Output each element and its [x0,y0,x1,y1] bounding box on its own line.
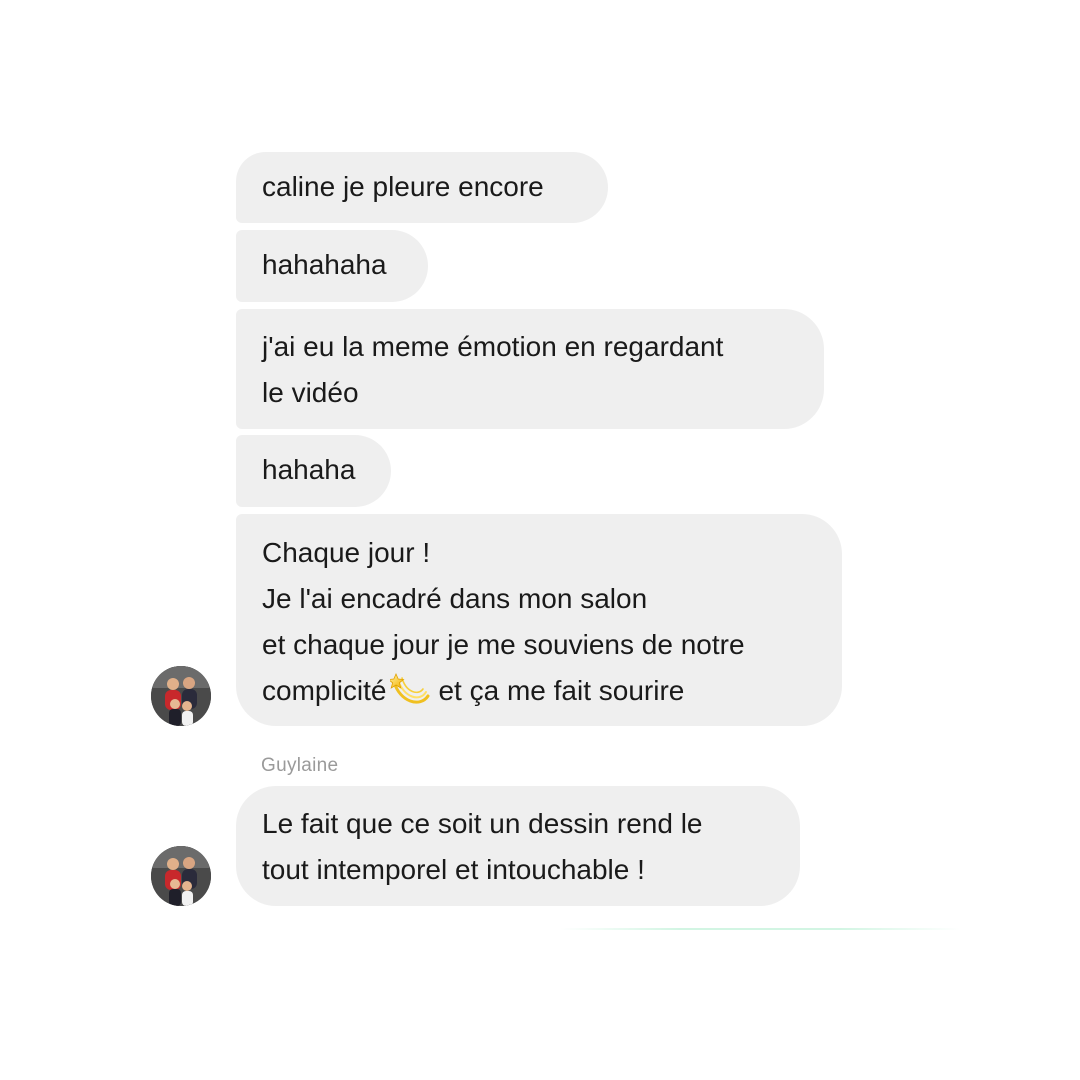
message-text: le vidéo [262,377,359,408]
message-text: j'ai eu la meme émotion en regardant [262,331,724,362]
message-text: Chaque jour ! [262,537,431,568]
message-text-line: complicité et ça me fait sourire [262,668,816,714]
message-text: tout intemporel et intouchable ! [262,854,645,885]
message-bubble[interactable]: Le fait que ce soit un dessin rend le to… [236,786,800,906]
avatar-icon[interactable] [151,666,211,726]
message-text: Le fait que ce soit un dessin rend le [262,808,703,839]
message-text: Je l'ai encadré dans mon salon [262,583,648,614]
message-text: caline je pleure encore [262,171,544,202]
dizzy-emoji-icon [387,672,432,708]
message-bubble[interactable]: hahaha [236,435,391,507]
message-text: complicité [262,675,387,706]
message-text: et chaque jour je me souviens de notre [262,629,745,660]
message-bubble[interactable]: hahahaha [236,230,428,302]
message-text: hahaha [262,454,356,485]
avatar-icon[interactable] [151,846,211,906]
message-bubble[interactable]: j'ai eu la meme émotion en regardant le … [236,309,824,429]
message-text: hahahaha [262,249,387,280]
sender-name: Guylaine [261,755,339,776]
message-bubble[interactable]: caline je pleure encore [236,152,608,223]
divider-line [560,928,960,930]
message-bubble[interactable]: Chaque jour ! Je l'ai encadré dans mon s… [236,514,842,726]
message-text: et ça me fait sourire [438,675,685,706]
